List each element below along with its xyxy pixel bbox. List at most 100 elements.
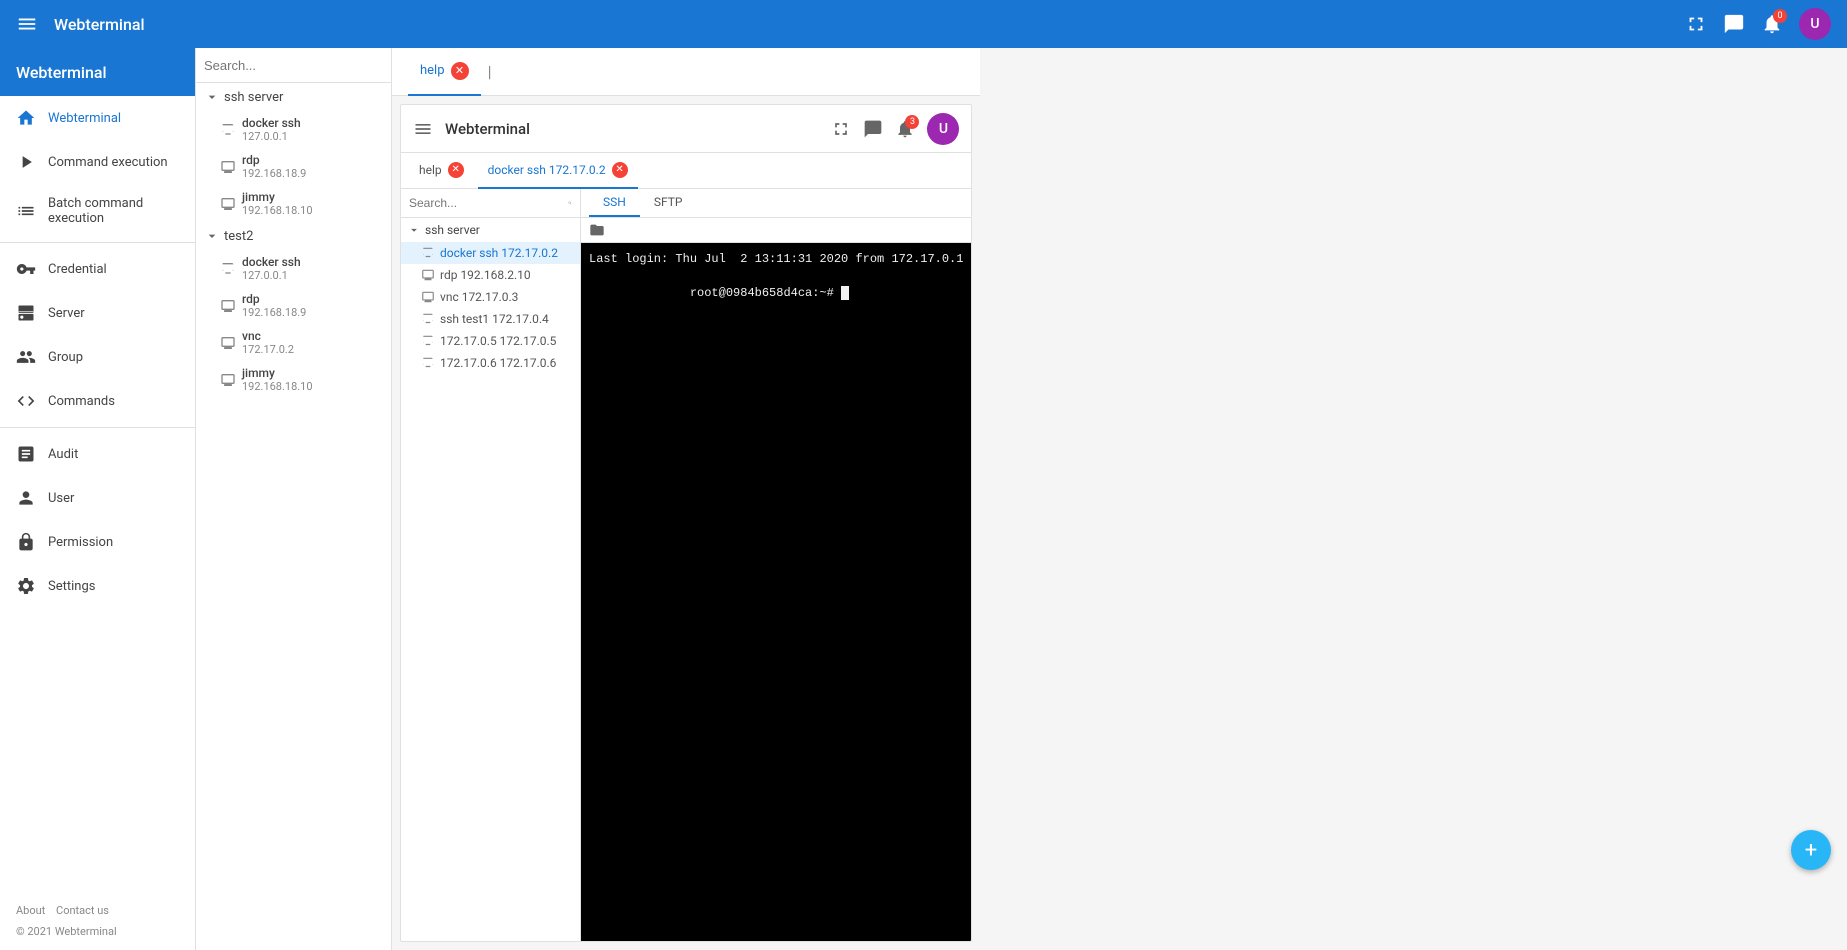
sidebar: Webterminal Webterminal Command executio… — [0, 48, 196, 950]
inner-tree-item-17206[interactable]: 172.17.0.6 172.17.0.6 — [401, 352, 580, 374]
inner-tab-docker-close[interactable]: ✕ — [612, 162, 628, 178]
ssh-tab[interactable]: SSH — [589, 189, 640, 217]
tree-item-test2-vnc[interactable]: vnc 172.17.0.2 — [196, 324, 391, 361]
inner-ssh-test1-icon — [421, 312, 435, 326]
terminal-cursor — [841, 286, 849, 300]
desktop-icon-3 — [220, 298, 236, 314]
desktop-icon — [220, 159, 236, 175]
inner-tree-item-docker[interactable]: docker ssh 172.17.0.2 — [401, 242, 580, 264]
sidebar-item-audit[interactable]: Audit — [0, 432, 195, 476]
inner-server-tree: ssh server docker ssh 172.17.0.2 rdp 192… — [401, 189, 581, 941]
tree-item-jimmy[interactable]: jimmy 192.168.18.10 — [196, 185, 391, 222]
sidebar-item-commands[interactable]: Commands — [0, 379, 195, 423]
menu-icon — [16, 13, 38, 35]
inner-17206-icon — [421, 356, 435, 370]
inner-tab-help-close[interactable]: ✕ — [448, 162, 464, 178]
tree-item-rdp[interactable]: rdp 192.168.18.9 — [196, 148, 391, 185]
inner-header-left: Webterminal — [413, 119, 530, 139]
tree-item-test2-rdp[interactable]: rdp 192.168.18.9 — [196, 287, 391, 324]
vnc-icon — [220, 335, 236, 351]
sidebar-item-webterminal[interactable]: Webterminal — [0, 96, 195, 140]
inner-tab-bar: help ✕ docker ssh 172.17.0.2 ✕ — [401, 153, 971, 189]
fullscreen-icon-btn[interactable] — [1685, 13, 1707, 35]
server-icon — [16, 303, 36, 323]
sidebar-footer: About Contact us © 2021 Webterminal — [0, 892, 195, 950]
inner-right: SSH SFTP Last login: Thu Jul 2 13:11:31 … — [581, 189, 971, 941]
inner-expand-icon — [407, 223, 421, 237]
lock-icon — [16, 532, 36, 552]
cursor-indicator: | — [481, 63, 499, 81]
user-icon — [16, 488, 36, 508]
desktop-icon-2 — [220, 196, 236, 212]
tree-item-test2-jimmy[interactable]: jimmy 192.168.18.10 — [196, 361, 391, 398]
avatar[interactable]: U — [1799, 8, 1831, 40]
sidebar-item-group[interactable]: Group — [0, 335, 195, 379]
top-app-bar: Webterminal 0 U — [0, 0, 1847, 48]
expand-icon-2 — [204, 228, 220, 244]
inner-tree-content: ssh server docker ssh 172.17.0.2 rdp 192… — [401, 218, 580, 941]
inner-notification-btn[interactable]: 3 — [895, 119, 915, 139]
sidebar-item-batch-command[interactable]: Batch command execution — [0, 184, 195, 238]
inner-header: Webterminal 3 U — [401, 105, 971, 153]
main-area: help ✕ | Webterminal 3 — [392, 48, 980, 950]
inner-menu-icon[interactable] — [413, 119, 433, 139]
notification-badge: 0 — [1773, 9, 1787, 23]
sidebar-brand[interactable]: Webterminal — [0, 48, 195, 96]
tree-group-ssh-server[interactable]: ssh server — [196, 83, 391, 111]
inner-header-right: 3 U — [831, 113, 959, 145]
folder-icon[interactable] — [589, 222, 605, 238]
tree-search-bar — [196, 48, 391, 83]
inner-fullscreen-icon[interactable] — [831, 119, 851, 139]
tree-item-test2-docker[interactable]: docker ssh 127.0.0.1 — [196, 250, 391, 287]
code-icon — [16, 391, 36, 411]
sidebar-item-credential[interactable]: Credential — [0, 247, 195, 291]
list-icon — [16, 201, 36, 221]
inner-group-ssh-server[interactable]: ssh server — [401, 218, 580, 242]
ssh-sftp-tabs: SSH SFTP — [581, 189, 971, 218]
contact-link[interactable]: Contact us — [56, 904, 109, 917]
expand-icon — [204, 89, 220, 105]
inner-vnc-icon — [421, 290, 435, 304]
desktop-icon-4 — [220, 372, 236, 388]
inner-header-title: Webterminal — [445, 120, 530, 138]
chat-icon-btn[interactable] — [1723, 13, 1745, 35]
play-icon — [16, 152, 36, 172]
sidebar-item-server[interactable]: Server — [0, 291, 195, 335]
inner-body: ssh server docker ssh 172.17.0.2 rdp 192… — [401, 189, 971, 941]
terminal-icon-2 — [220, 261, 236, 277]
tree-group-test2[interactable]: test2 — [196, 222, 391, 250]
inner-rdp-icon — [421, 268, 435, 282]
inner-tree-item-17205[interactable]: 172.17.0.5 172.17.0.5 — [401, 330, 580, 352]
app-title: Webterminal — [54, 15, 1669, 34]
terminal-line-2: root@0984b658d4ca:~# — [589, 268, 963, 318]
terminal-container: Webterminal 3 U help ✕ — [400, 104, 972, 942]
inner-tab-docker-ssh[interactable]: docker ssh 172.17.0.2 ✕ — [478, 153, 638, 189]
home-icon — [16, 108, 36, 128]
server-tree-panel: ssh server docker ssh 127.0.0.1 rdp 192.… — [196, 48, 392, 950]
copyright: © 2021 Webterminal — [16, 925, 179, 938]
inner-tab-help[interactable]: help ✕ — [409, 153, 474, 189]
inner-chat-icon[interactable] — [863, 119, 883, 139]
tree-item-docker-ssh[interactable]: docker ssh 127.0.0.1 — [196, 111, 391, 148]
about-link[interactable]: About — [16, 904, 45, 917]
sidebar-item-permission[interactable]: Permission — [0, 520, 195, 564]
inner-tree-item-ssh-test1[interactable]: ssh test1 172.17.0.4 — [401, 308, 580, 330]
sidebar-item-settings[interactable]: Settings — [0, 564, 195, 608]
terminal-area[interactable]: Last login: Thu Jul 2 13:11:31 2020 from… — [581, 243, 971, 941]
inner-17205-icon — [421, 334, 435, 348]
terminal-line-1: Last login: Thu Jul 2 13:11:31 2020 from… — [589, 251, 963, 268]
inner-search-icon[interactable] — [568, 195, 572, 211]
outer-tab-help[interactable]: help ✕ — [408, 48, 481, 96]
outer-tab-help-close[interactable]: ✕ — [451, 62, 469, 80]
inner-tree-item-vnc[interactable]: vnc 172.17.0.3 — [401, 286, 580, 308]
sidebar-item-command-execution[interactable]: Command execution — [0, 140, 195, 184]
sftp-tab[interactable]: SFTP — [640, 189, 697, 217]
inner-avatar[interactable]: U — [927, 113, 959, 145]
menu-icon-btn[interactable] — [16, 13, 38, 35]
tree-search-input[interactable] — [204, 58, 380, 73]
inner-tree-item-rdp[interactable]: rdp 192.168.2.10 — [401, 264, 580, 286]
inner-search-input[interactable] — [409, 196, 564, 210]
sidebar-item-user[interactable]: User — [0, 476, 195, 520]
outer-tab-bar: help ✕ | — [392, 48, 980, 96]
notification-icon-btn[interactable]: 0 — [1761, 13, 1783, 35]
